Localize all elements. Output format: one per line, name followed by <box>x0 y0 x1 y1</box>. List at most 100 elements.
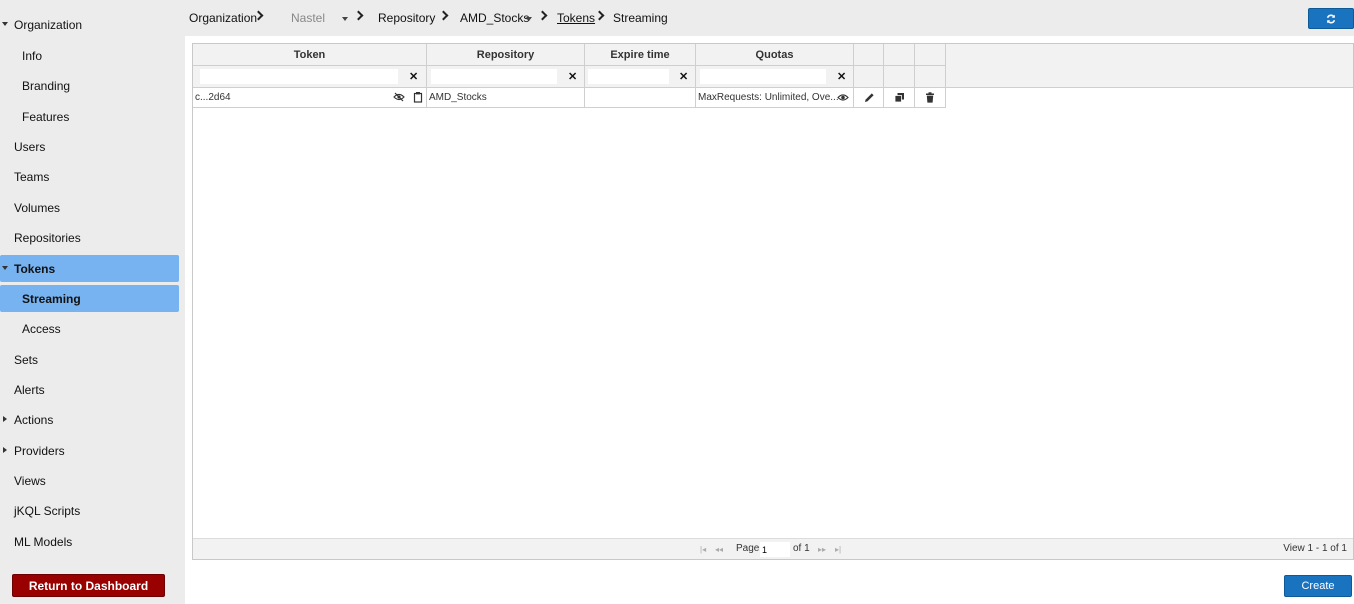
first-page-icon[interactable]: |◂ <box>700 545 706 554</box>
sidebar-item-label: Branding <box>22 78 71 93</box>
breadcrumb-tokens[interactable]: Tokens <box>557 11 595 25</box>
clear-icon[interactable]: ✕ <box>568 70 577 83</box>
table-row-copy-cell <box>884 88 915 108</box>
return-to-dashboard-button[interactable]: Return to Dashboard <box>12 574 165 597</box>
sidebar-item-organization[interactable]: Organization <box>0 11 179 38</box>
quotas-filter-input[interactable] <box>700 69 826 84</box>
sidebar-item-label: Views <box>14 473 46 488</box>
sidebar-item-label: jKQL Scripts <box>14 503 81 518</box>
caret-down-icon <box>2 22 8 26</box>
sidebar-item-streaming[interactable]: Streaming <box>0 285 179 312</box>
filter-cell-empty <box>884 66 915 88</box>
sidebar-item-label: Organization <box>14 17 83 32</box>
sidebar-item-label: Teams <box>14 169 50 184</box>
sidebar-item-ml-models[interactable]: ML Models <box>0 528 179 555</box>
breadcrumb-repo-select[interactable]: AMD_Stocks <box>460 11 529 25</box>
eye-slash-icon[interactable] <box>393 91 405 103</box>
breadcrumb-organization[interactable]: Organization <box>189 11 257 25</box>
sidebar-item-label: Providers <box>14 443 65 458</box>
header-filler <box>946 44 1353 88</box>
filter-cell-empty <box>915 66 946 88</box>
column-header-token[interactable]: Token <box>193 44 427 66</box>
breadcrumb-org-select[interactable]: Nastel <box>291 11 325 25</box>
create-button[interactable]: Create <box>1284 575 1352 597</box>
prev-page-icon[interactable]: ◂◂ <box>715 545 723 554</box>
sidebar-item-label: Repositories <box>14 230 81 245</box>
sidebar-item-label: Volumes <box>14 200 61 215</box>
tokens-grid: Token Repository Expire time Quotas ✕ ✕ … <box>192 43 1354 560</box>
sidebar-item-info[interactable]: Info <box>0 42 179 69</box>
clear-icon[interactable]: ✕ <box>409 70 418 83</box>
column-header-delete <box>915 44 946 66</box>
sidebar-item-branding[interactable]: Branding <box>0 72 179 99</box>
chevron-right-icon <box>438 10 449 21</box>
expire-time-filter-input[interactable] <box>588 69 669 84</box>
table-row-repository-cell: AMD_Stocks <box>427 88 585 108</box>
breadcrumb-repository[interactable]: Repository <box>378 11 435 25</box>
breadcrumb: Organization Nastel Repository AMD_Stock… <box>185 0 1354 36</box>
sidebar-item-jkql-scripts[interactable]: jKQL Scripts <box>0 497 179 524</box>
column-header-repository[interactable]: Repository <box>427 44 585 66</box>
pager: |◂ ◂◂ Page of 1 ▸▸ ▸| View 1 - 1 of 1 <box>193 538 1353 559</box>
sidebar-item-label: Actions <box>14 412 54 427</box>
filter-cell-expire-time: ✕ <box>585 66 696 88</box>
sidebar-item-label: Info <box>22 48 43 63</box>
column-header-copy <box>884 44 915 66</box>
table-row-expire-time-cell <box>585 88 696 108</box>
copy-icon[interactable] <box>894 92 905 103</box>
filter-cell-repository: ✕ <box>427 66 585 88</box>
sidebar-item-label: Features <box>22 109 70 124</box>
column-header-quotas[interactable]: Quotas <box>696 44 854 66</box>
dropdown-arrow-icon[interactable] <box>526 17 532 21</box>
next-page-icon[interactable]: ▸▸ <box>818 545 826 554</box>
chevron-right-icon <box>537 10 548 21</box>
sidebar-item-providers[interactable]: Providers <box>0 437 179 464</box>
table-row-edit-cell <box>854 88 884 108</box>
sidebar-item-sets[interactable]: Sets <box>0 346 179 373</box>
sidebar-item-label: Users <box>14 139 46 154</box>
sidebar-item-label: Streaming <box>22 291 81 306</box>
chevron-right-icon <box>594 10 605 21</box>
page-number-input[interactable] <box>760 542 790 557</box>
sidebar-item-actions[interactable]: Actions <box>0 406 179 433</box>
table-row-quotas-cell: MaxRequests: Unlimited, Ove... <box>696 88 854 108</box>
sidebar-item-teams[interactable]: Teams <box>0 163 179 190</box>
clear-icon[interactable]: ✕ <box>837 70 846 83</box>
sidebar-item-label: Sets <box>14 352 39 367</box>
sidebar: Organization Info Branding Features User… <box>0 0 185 604</box>
sidebar-item-label: Tokens <box>14 261 56 276</box>
column-header-expire-time[interactable]: Expire time <box>585 44 696 66</box>
page-count-label: of 1 <box>793 543 810 554</box>
sidebar-item-features[interactable]: Features <box>0 103 179 130</box>
sidebar-item-access[interactable]: Access <box>0 315 179 342</box>
sidebar-item-label: Access <box>22 321 61 336</box>
filter-cell-quotas: ✕ <box>696 66 854 88</box>
repository-value: AMD_Stocks <box>429 92 487 103</box>
dropdown-arrow-icon[interactable] <box>342 17 348 21</box>
token-filter-input[interactable] <box>200 69 398 84</box>
sidebar-item-volumes[interactable]: Volumes <box>0 194 179 221</box>
refresh-button[interactable] <box>1308 8 1354 29</box>
column-header-edit <box>854 44 884 66</box>
clipboard-icon[interactable] <box>413 91 423 103</box>
clear-icon[interactable]: ✕ <box>679 70 688 83</box>
filter-cell-empty <box>854 66 884 88</box>
repository-filter-input[interactable] <box>431 69 557 84</box>
pencil-icon[interactable] <box>864 92 875 103</box>
view-count-label: View 1 - 1 of 1 <box>1283 543 1347 554</box>
quotas-value: MaxRequests: Unlimited, Ove... <box>698 92 839 103</box>
sidebar-item-repositories[interactable]: Repositories <box>0 224 179 251</box>
token-value: c...2d64 <box>195 92 231 103</box>
eye-icon[interactable] <box>837 92 849 103</box>
sidebar-item-label: ML Models <box>14 534 73 549</box>
last-page-icon[interactable]: ▸| <box>835 545 841 554</box>
sidebar-item-alerts[interactable]: Alerts <box>0 376 179 403</box>
refresh-icon <box>1326 14 1336 23</box>
sidebar-item-tokens[interactable]: Tokens <box>0 255 179 282</box>
trash-icon[interactable] <box>925 92 935 103</box>
sidebar-item-users[interactable]: Users <box>0 133 179 160</box>
caret-down-icon <box>2 266 8 270</box>
caret-right-icon <box>3 416 7 422</box>
sidebar-item-label: Alerts <box>14 382 45 397</box>
sidebar-item-views[interactable]: Views <box>0 467 179 494</box>
